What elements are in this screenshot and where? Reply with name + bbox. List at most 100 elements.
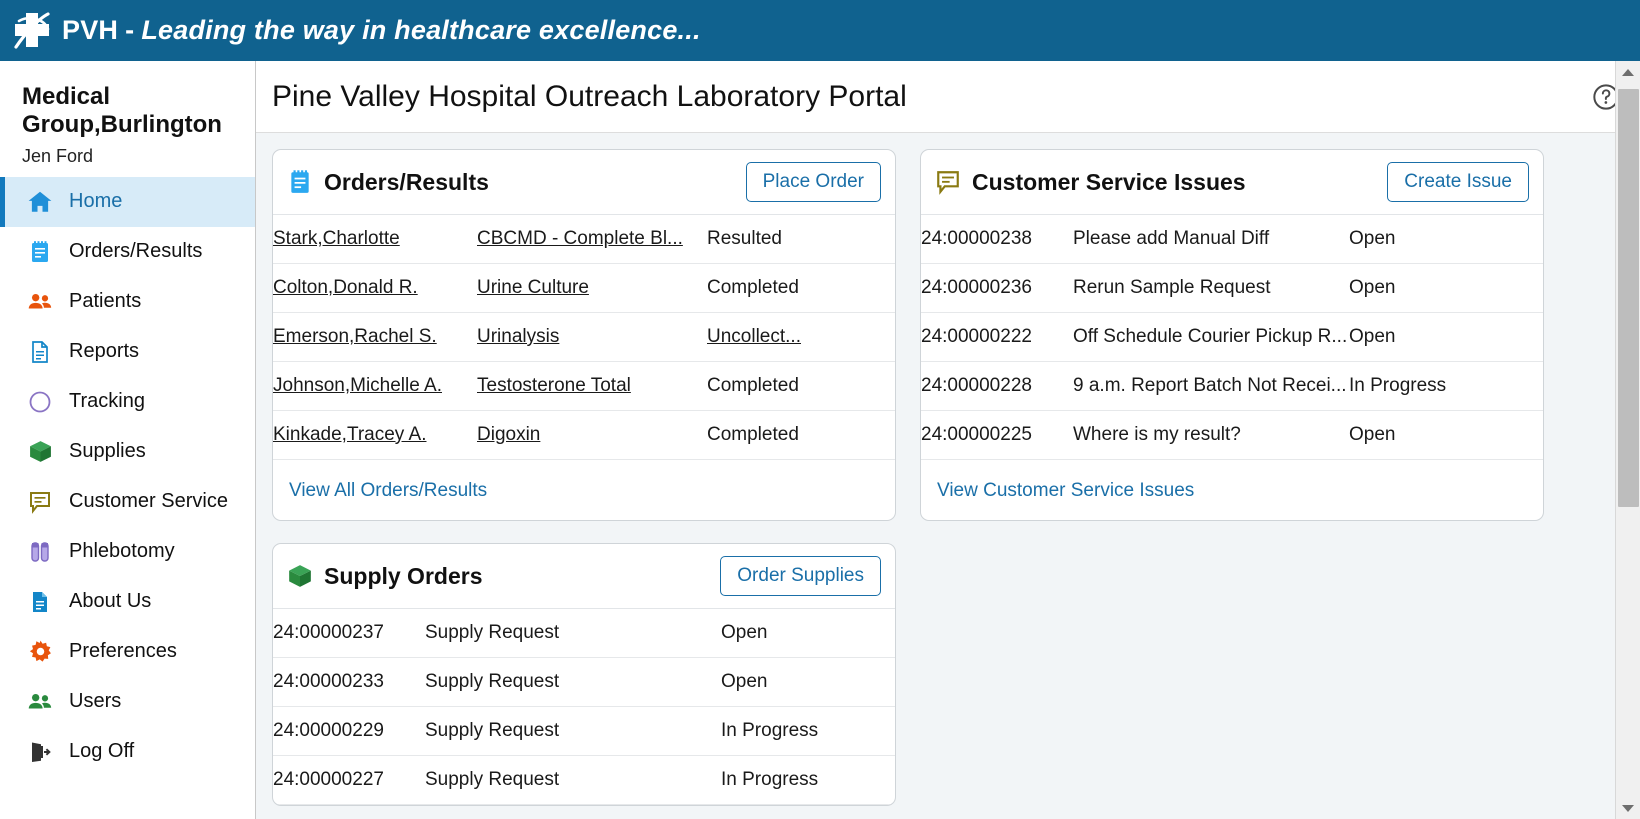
brand-separator: - — [125, 15, 135, 45]
sidebar-item-preferences[interactable]: Preferences — [0, 627, 255, 677]
supply-order-status: In Progress — [721, 755, 895, 805]
sidebar-label: Supplies — [69, 440, 146, 463]
patient-link[interactable]: Kinkade,Tracey A. — [273, 424, 426, 445]
issue-subject: 9 a.m. Report Batch Not Recei... — [1073, 361, 1349, 411]
sidebar-item-home[interactable]: Home — [0, 176, 255, 227]
logout-icon — [27, 739, 53, 765]
issue-id: 24:00000225 — [921, 410, 1073, 460]
brand-abbreviation: PVH — [62, 15, 119, 45]
card-title: Customer Service Issues — [972, 168, 1246, 195]
gear-icon — [27, 639, 53, 665]
sidebar-item-about-us[interactable]: About Us — [0, 577, 255, 627]
sidebar-item-orders-results[interactable]: Orders/Results — [0, 227, 255, 277]
table-row[interactable]: Kinkade,Tracey A. Digoxin Completed — [273, 410, 895, 460]
table-row[interactable]: 24:00000222 Off Schedule Courier Pickup … — [921, 312, 1543, 362]
sidebar-item-customer-service[interactable]: Customer Service — [0, 477, 255, 527]
customer-service-issues-table: 24:00000238 Please add Manual Diff Open … — [921, 215, 1543, 460]
issue-status: Open — [1349, 312, 1543, 362]
view-all-orders-results-link[interactable]: View All Orders/Results — [289, 480, 487, 501]
table-row[interactable]: Colton,Donald R. Urine Culture Completed — [273, 263, 895, 313]
issue-id: 24:00000228 — [921, 361, 1073, 411]
document-lines-icon — [27, 589, 53, 615]
order-supplies-button[interactable]: Order Supplies — [720, 556, 881, 596]
supply-order-status: In Progress — [721, 706, 895, 756]
order-status[interactable]: Uncollect... — [707, 326, 801, 347]
table-row[interactable]: 24:00000236 Rerun Sample Request Open — [921, 263, 1543, 313]
issue-subject: Rerun Sample Request — [1073, 263, 1349, 313]
speech-bubble-icon — [27, 489, 53, 515]
patient-link[interactable]: Colton,Donald R. — [273, 277, 418, 298]
sidebar-item-tracking[interactable]: Tracking — [0, 377, 255, 427]
table-row[interactable]: 24:00000225 Where is my result? Open — [921, 410, 1543, 460]
test-link[interactable]: Urinalysis — [477, 326, 559, 347]
sidebar-item-users[interactable]: Users — [0, 677, 255, 727]
sidebar-item-phlebotomy[interactable]: Phlebotomy — [0, 527, 255, 577]
view-customer-service-issues-link[interactable]: View Customer Service Issues — [937, 480, 1194, 501]
sidebar-label: Preferences — [69, 640, 177, 663]
table-row[interactable]: 24:00000233 Supply Request Open — [273, 657, 895, 707]
order-status: Completed — [707, 375, 799, 396]
supply-order-type: Supply Request — [425, 755, 721, 805]
supply-order-status: Open — [721, 657, 895, 707]
issue-subject: Where is my result? — [1073, 410, 1349, 460]
box-icon — [27, 439, 53, 465]
speech-bubble-icon — [935, 169, 961, 195]
organization-name: Medical Group,Burlington — [22, 83, 222, 139]
patient-link[interactable]: Emerson,Rachel S. — [273, 326, 437, 347]
test-link[interactable]: Digoxin — [477, 424, 540, 445]
supply-order-type: Supply Request — [425, 706, 721, 756]
card-header: Orders/Results Place Order — [273, 150, 895, 215]
scrollbar-thumb[interactable] — [1617, 89, 1639, 507]
table-row[interactable]: 24:00000227 Supply Request In Progress — [273, 755, 895, 805]
brand-title: PVH - Leading the way in healthcare exce… — [62, 15, 701, 46]
notepad-icon — [27, 239, 53, 265]
supply-order-id: 24:00000227 — [273, 755, 425, 805]
supply-order-id: 24:00000237 — [273, 609, 425, 658]
sidebar-label: Home — [69, 190, 123, 213]
create-issue-button[interactable]: Create Issue — [1387, 162, 1529, 202]
order-status: Resulted — [707, 228, 782, 249]
order-status: Completed — [707, 424, 799, 445]
table-row[interactable]: 24:00000237 Supply Request Open — [273, 609, 895, 658]
test-link[interactable]: Testosterone Total — [477, 375, 631, 396]
triangle-down-icon[interactable] — [1616, 797, 1640, 819]
issue-status: Open — [1349, 263, 1543, 313]
table-row[interactable]: Johnson,Michelle A. Testosterone Total C… — [273, 361, 895, 411]
table-row[interactable]: 24:00000228 9 a.m. Report Batch Not Rece… — [921, 361, 1543, 411]
sidebar-navigation: Medical Group,Burlington Jen Ford Home O… — [0, 61, 256, 819]
triangle-up-icon[interactable] — [1616, 61, 1640, 83]
medical-cross-swoosh-icon — [14, 11, 50, 49]
table-row[interactable]: Stark,Charlotte CBCMD - Complete Bl... R… — [273, 215, 895, 264]
sidebar-label: Orders/Results — [69, 240, 203, 263]
issue-id: 24:00000238 — [921, 215, 1073, 264]
sidebar-item-reports[interactable]: Reports — [0, 327, 255, 377]
notepad-icon — [287, 169, 313, 195]
patient-link[interactable]: Stark,Charlotte — [273, 228, 400, 249]
table-row[interactable]: Emerson,Rachel S. Urinalysis Uncollect..… — [273, 312, 895, 362]
test-link[interactable]: Urine Culture — [477, 277, 589, 298]
place-order-button[interactable]: Place Order — [745, 162, 881, 202]
current-user-name: Jen Ford — [22, 145, 94, 166]
brand-tagline: Leading the way in healthcare excellence… — [141, 15, 701, 45]
test-link[interactable]: CBCMD - Complete Bl... — [477, 228, 683, 249]
vertical-scrollbar[interactable] — [1615, 61, 1640, 819]
sidebar-label: Patients — [69, 290, 142, 313]
table-row[interactable]: 24:00000238 Please add Manual Diff Open — [921, 215, 1543, 264]
sidebar-label: Users — [69, 690, 122, 713]
sidebar-item-supplies[interactable]: Supplies — [0, 427, 255, 477]
table-row[interactable]: 24:00000229 Supply Request In Progress — [273, 706, 895, 756]
customer-service-issues-card: Customer Service Issues Create Issue 24:… — [920, 149, 1544, 521]
issue-subject: Please add Manual Diff — [1073, 215, 1349, 264]
issue-status: Open — [1349, 410, 1543, 460]
patient-link[interactable]: Johnson,Michelle A. — [273, 375, 442, 396]
card-header: Supply Orders Order Supplies — [273, 544, 895, 609]
issue-subject: Off Schedule Courier Pickup R... — [1073, 312, 1349, 362]
sidebar-item-patients[interactable]: Patients — [0, 277, 255, 327]
issue-status: Open — [1349, 215, 1543, 264]
supply-order-id: 24:00000229 — [273, 706, 425, 756]
sidebar-item-log-off[interactable]: Log Off — [0, 727, 255, 777]
dashboard-panels: Orders/Results Place Order Stark,Charlot… — [256, 133, 1640, 819]
scrollbar-track[interactable] — [1616, 83, 1640, 797]
page-header: Pine Valley Hospital Outreach Laboratory… — [256, 61, 1640, 133]
people-icon — [27, 289, 53, 315]
